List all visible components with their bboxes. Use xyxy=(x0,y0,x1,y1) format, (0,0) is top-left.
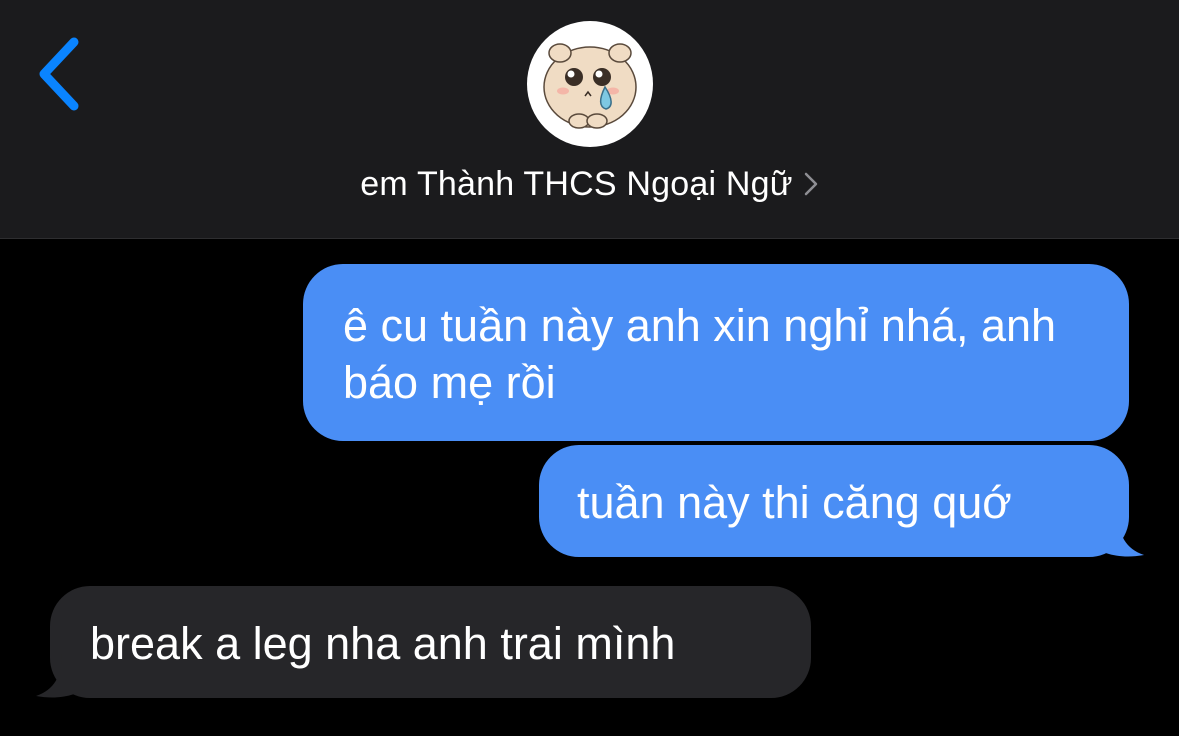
incoming-bubble-tail xyxy=(36,654,92,698)
conversation-header: em Thành THCS Ngoại Ngữ xyxy=(0,0,1179,239)
outgoing-message-bubble[interactable]: tuần này thi căng quớ xyxy=(539,445,1129,557)
chevron-left-icon xyxy=(39,37,79,111)
message-list[interactable]: ê cu tuần này anh xin nghỉ nhá, anh báo … xyxy=(0,239,1179,736)
outgoing-message-bubble[interactable]: ê cu tuần này anh xin nghỉ nhá, anh báo … xyxy=(303,264,1129,441)
contact-info-button[interactable]: em Thành THCS Ngoại Ngữ xyxy=(0,160,1179,208)
crying-bear-sticker-avatar xyxy=(543,43,637,129)
outgoing-bubble-tail xyxy=(1088,513,1144,557)
chevron-right-icon xyxy=(804,172,817,196)
contact-name: em Thành THCS Ngoại Ngữ xyxy=(360,164,793,203)
back-button[interactable] xyxy=(26,28,96,118)
avatar[interactable] xyxy=(527,21,653,147)
incoming-message-bubble[interactable]: break a leg nha anh trai mình xyxy=(50,586,811,698)
